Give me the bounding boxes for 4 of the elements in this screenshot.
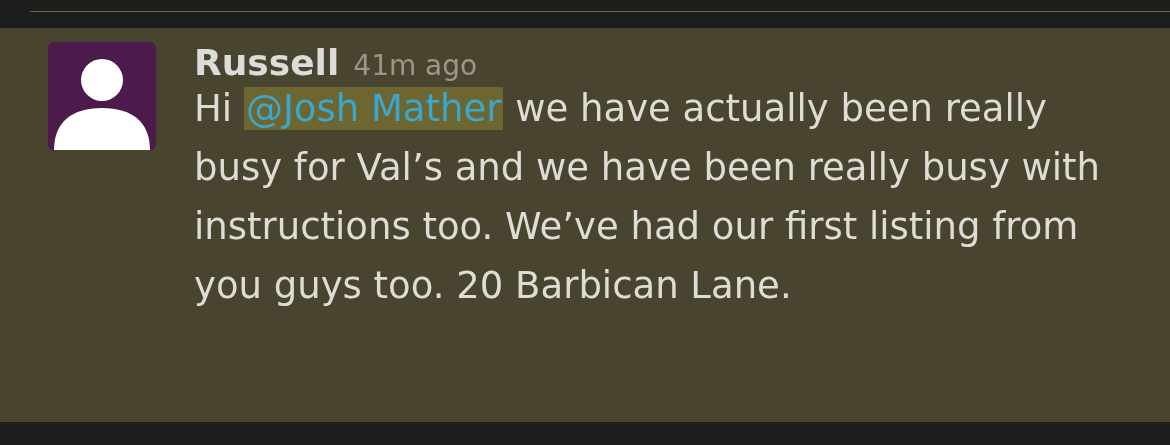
- message-text: Hi @Josh Mather we have actually been really busy for Val’s and we have been really busy with instructions too. We’ve had our first listing from you guys too. 20 Barbican Lane.: [194, 86, 1102, 309]
- timestamp: 41m ago: [353, 49, 478, 82]
- avatar-icon: [48, 42, 156, 150]
- author-name[interactable]: Russell: [194, 42, 340, 83]
